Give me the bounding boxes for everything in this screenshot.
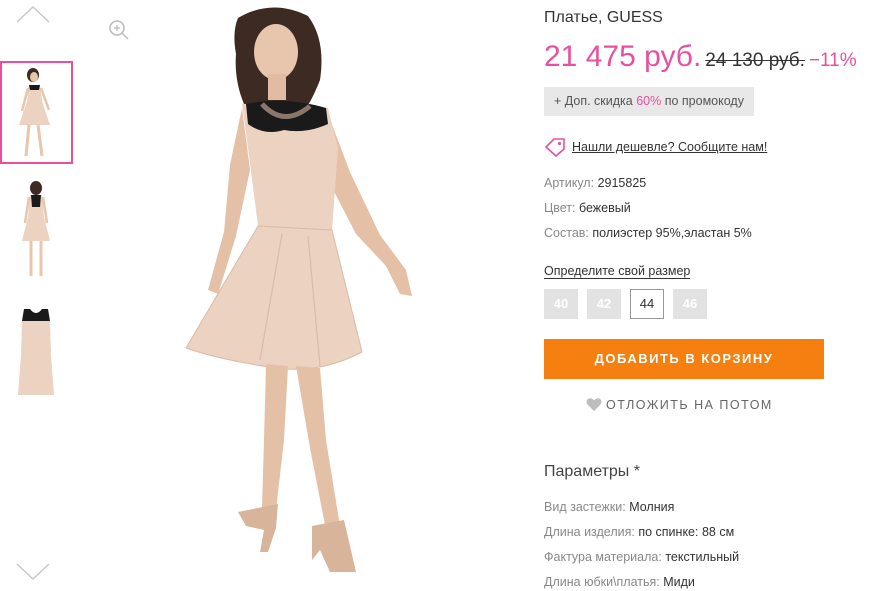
thumbnail-strip xyxy=(0,0,80,591)
price-row: 21 475 руб. 24 130 руб. −11% xyxy=(544,40,857,74)
parameter-row: Фактура материала: текстильный xyxy=(544,550,739,564)
parameter-value: Молния xyxy=(629,500,675,514)
attribute-value: 2915825 xyxy=(597,176,647,190)
main-product-image[interactable] xyxy=(180,0,442,591)
add-to-cart-button[interactable]: ДОБАВИТЬ В КОРЗИНУ xyxy=(544,339,824,379)
parameter-key: Длина изделия: xyxy=(544,525,635,539)
size-option-46[interactable]: 46 xyxy=(673,289,707,319)
attribute-value: полиэстер 95%,эластан 5% xyxy=(592,226,752,240)
discount-badge: −11% xyxy=(808,50,857,71)
thumbnail-flat[interactable] xyxy=(0,303,73,406)
parameter-row: Длина изделия: по спинке: 88 см xyxy=(544,525,734,539)
thumbnail-back[interactable] xyxy=(0,179,73,282)
promo-prefix: + Доп. скидка xyxy=(554,94,637,108)
size-selector: 40 42 44 46 xyxy=(544,289,707,319)
parameter-value: Миди xyxy=(663,575,695,589)
chevron-down-icon[interactable] xyxy=(16,560,50,582)
parameter-value: по спинке: 88 см xyxy=(638,525,735,539)
parameter-value: текстильный xyxy=(665,550,740,564)
attribute-key: Цвет: xyxy=(544,201,576,215)
attribute-composition: Состав: полиэстер 95%,эластан 5% xyxy=(544,226,752,240)
promo-discount-button[interactable]: + Доп. скидка 60% по промокоду xyxy=(544,87,754,116)
parameter-key: Длина юбки\платья: xyxy=(544,575,660,589)
old-price: 24 130 руб. xyxy=(705,50,805,71)
attribute-value: бежевый xyxy=(578,201,631,215)
save-for-later-button[interactable]: ОТЛОЖИТЬ НА ПОТОМ xyxy=(586,396,773,414)
thumbnail-front[interactable] xyxy=(0,61,73,164)
size-option-42[interactable]: 42 xyxy=(587,289,621,319)
price-tag-icon xyxy=(545,138,565,157)
promo-percent: 60% xyxy=(636,94,662,108)
attribute-color: Цвет: бежевый xyxy=(544,201,631,215)
attribute-key: Состав: xyxy=(544,226,589,240)
found-cheaper-label: Нашли дешевле? Сообщите нам! xyxy=(572,140,768,154)
parameter-row: Длина юбки\платья: Миди xyxy=(544,575,695,589)
zoom-in-icon[interactable] xyxy=(108,19,130,41)
attribute-article: Артикул: 2915825 xyxy=(544,176,646,190)
parameter-row: Вид застежки: Молния xyxy=(544,500,674,514)
save-for-later-label: ОТЛОЖИТЬ НА ПОТОМ xyxy=(606,397,773,412)
attribute-key: Артикул: xyxy=(544,176,595,190)
heart-icon xyxy=(586,398,602,412)
product-title: Платье, GUESS xyxy=(544,9,663,26)
parameter-key: Фактура материала: xyxy=(544,550,662,564)
found-cheaper-link[interactable]: Нашли дешевле? Сообщите нам! xyxy=(544,137,767,157)
parameters-heading: Параметры * xyxy=(544,463,640,480)
promo-suffix: по промокоду xyxy=(661,94,744,108)
size-option-40[interactable]: 40 xyxy=(544,289,578,319)
chevron-up-icon[interactable] xyxy=(16,4,50,26)
parameter-key: Вид застежки: xyxy=(544,500,626,514)
size-option-44[interactable]: 44 xyxy=(630,289,664,319)
current-price: 21 475 руб. xyxy=(544,40,702,73)
size-guide-link[interactable]: Определите свой размер xyxy=(544,264,691,279)
